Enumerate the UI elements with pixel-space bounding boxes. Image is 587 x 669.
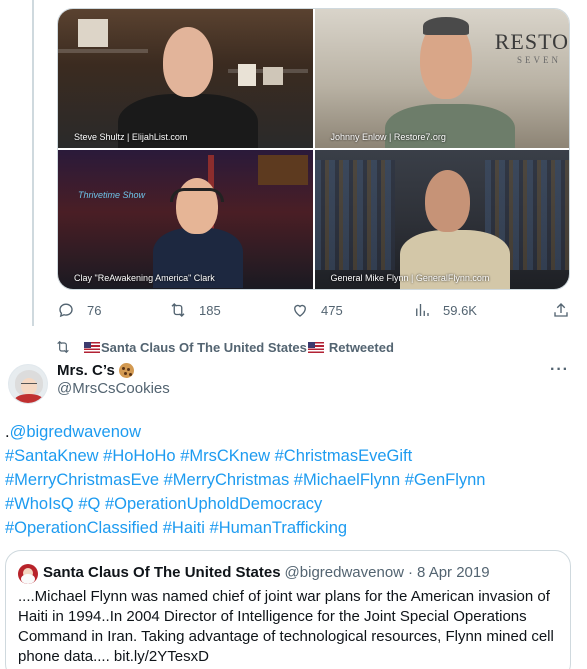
quoted-tweet[interactable]: Santa Claus Of The United States @bigred…	[5, 550, 571, 669]
more-options-button[interactable]: ···	[550, 361, 569, 379]
quoted-header: Santa Claus Of The United States @bigred…	[43, 564, 490, 581]
restore-sign: RESTO	[494, 29, 569, 54]
thrivetime-logo: Thrivetime Show	[78, 190, 146, 200]
avatar[interactable]	[8, 364, 48, 404]
video-panel-johnny-enlow: RESTO SEVEN Johnny Enlow | Restore7.org	[314, 9, 569, 148]
tweet-action-bar: 76 185 475 59.6K	[57, 298, 570, 322]
us-flag-icon	[307, 341, 324, 353]
quoted-date: 8 Apr 2019	[417, 564, 490, 581]
retweet-button[interactable]: 185	[169, 301, 221, 319]
video-panel-steve-shultz: Steve Shultz | ElijahList.com	[58, 9, 313, 148]
video-caption: Steve Shultz | ElijahList.com	[74, 132, 188, 142]
mention-line: .@bigredwavenow	[5, 420, 580, 444]
video-panel-clay-clark: Thrivetime Show Clay "ReAwakening Americ…	[58, 150, 313, 289]
restore-sign-sub: SEVEN	[517, 55, 561, 65]
quoted-avatar	[18, 564, 38, 584]
views-button[interactable]: 59.6K	[413, 301, 477, 319]
quoted-text: ....Michael Flynn was named chief of joi…	[18, 588, 554, 665]
hashtag-line[interactable]: #OperationClassified #Haiti #HumanTraffi…	[5, 516, 580, 540]
share-icon	[554, 303, 568, 317]
quoted-author-name: Santa Claus Of The United States	[43, 564, 281, 581]
like-count: 475	[321, 302, 343, 318]
mention-link[interactable]: @bigredwavenow	[10, 423, 141, 441]
separator: ·	[408, 564, 414, 581]
hashtag-line[interactable]: #SantaKnew #HoHoHo #MrsCKnew #ChristmasE…	[5, 444, 580, 468]
video-panel-mike-flynn: General Mike Flynn | GeneralFlynn.com	[314, 150, 569, 289]
video-caption: Clay "ReAwakening America" Clark	[74, 273, 215, 283]
retweeted-label: Retweeted	[328, 339, 394, 355]
retweet-icon	[57, 340, 69, 354]
views-icon	[416, 304, 429, 316]
hashtag-line[interactable]: #MerryChristmasEve #MerryChristmas #Mich…	[5, 468, 580, 492]
share-button[interactable]	[552, 301, 570, 319]
video-caption: Johnny Enlow | Restore7.org	[330, 132, 446, 142]
cookie-icon	[118, 363, 134, 378]
like-button[interactable]: 475	[291, 301, 343, 319]
retweeted-header[interactable]: Santa Claus Of The United States Retweet…	[55, 339, 394, 355]
retweeter-name: Santa Claus Of The United States	[101, 339, 307, 355]
video-player[interactable]: Steve Shultz | ElijahList.com RESTO SEVE…	[57, 8, 570, 290]
author-name[interactable]: Mrs. C’s	[57, 362, 134, 379]
reply-icon	[59, 303, 73, 318]
like-icon	[294, 304, 306, 317]
views-count: 59.6K	[443, 302, 477, 318]
thread-line	[32, 0, 34, 326]
hashtag-line[interactable]: #WhoIsQ #Q #OperationUpholdDemocracy	[5, 492, 580, 516]
us-flag-icon	[84, 341, 100, 353]
video-caption: General Mike Flynn | GeneralFlynn.com	[330, 273, 490, 283]
quoted-author-handle: @bigredwavenow	[284, 564, 405, 581]
retweet-icon	[171, 303, 185, 317]
tweet-text: .@bigredwavenow #SantaKnew #HoHoHo #MrsC…	[5, 420, 580, 540]
reply-button[interactable]: 76	[57, 301, 101, 319]
author-name-text: Mrs. C’s	[57, 362, 115, 379]
retweet-count: 185	[199, 302, 221, 318]
author-handle[interactable]: @MrsCsCookies	[57, 380, 170, 397]
reply-count: 76	[87, 302, 102, 318]
